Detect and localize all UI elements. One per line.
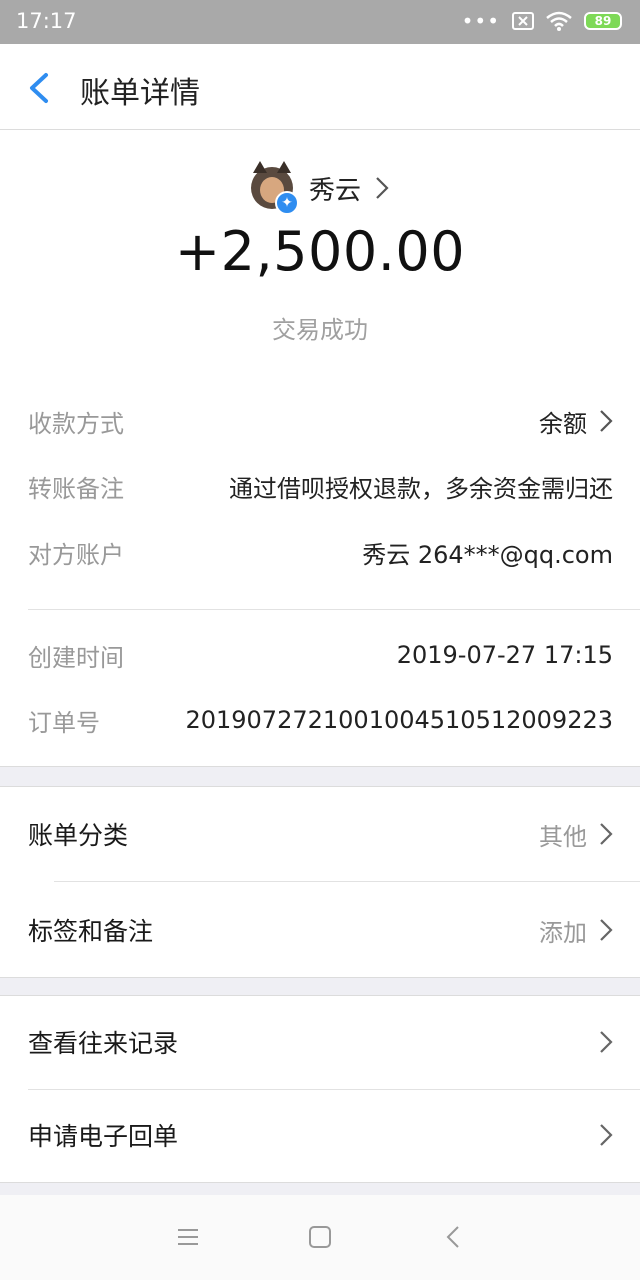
- created-time-value: 2019-07-27 17:15: [396, 641, 613, 669]
- system-navigation-bar: [0, 1195, 640, 1280]
- avatar: ✦: [250, 161, 299, 215]
- back-arrow-icon[interactable]: [24, 71, 54, 105]
- classification-panel: 账单分类 其他 标签和备注 添加: [0, 786, 640, 978]
- tags-notes-value: 添加: [539, 913, 613, 948]
- status-bar: 17:17 ••• 89: [0, 0, 640, 44]
- status-icons: ••• 89: [462, 11, 622, 31]
- view-history-item[interactable]: 查看往来记录: [28, 1022, 613, 1062]
- payee-name: 秀云: [308, 175, 361, 206]
- detail-row-counterparty-account: 对方账户 秀云 264***@qq.com: [28, 532, 613, 572]
- battery-icon: 89: [584, 12, 622, 30]
- chevron-right-icon: [600, 823, 613, 845]
- payment-method-value: 余额: [539, 409, 587, 438]
- request-receipt-item[interactable]: 申请电子回单: [28, 1115, 613, 1155]
- verified-badge-icon: ✦: [274, 191, 299, 215]
- wifi-icon: [546, 11, 572, 31]
- chevron-right-icon: [600, 1031, 613, 1053]
- home-square-icon[interactable]: [306, 1223, 334, 1251]
- tags-notes-item[interactable]: 标签和备注 添加: [28, 910, 613, 950]
- bill-category-item[interactable]: 账单分类 其他: [28, 814, 613, 854]
- chevron-right-icon: [600, 919, 613, 941]
- detail-label: 转账备注: [28, 474, 124, 503]
- detail-row-transfer-note: 转账备注 通过借呗授权退款，多余资金需归还: [28, 466, 613, 506]
- detail-label: 订单号: [28, 708, 100, 737]
- tags-notes-label: 标签和备注: [28, 917, 154, 946]
- category-value-text: 其他: [539, 822, 587, 851]
- navigation-bar: 账单详情: [0, 44, 640, 130]
- detail-label: 收款方式: [28, 409, 124, 438]
- view-history-label: 查看往来记录: [28, 1029, 179, 1058]
- detail-row-created-time: 创建时间 2019-07-27 17:15: [28, 635, 613, 675]
- back-triangle-icon[interactable]: [440, 1223, 468, 1251]
- payee-link[interactable]: ✦ 秀云: [0, 160, 640, 216]
- divider: [28, 609, 640, 610]
- page-title: 账单详情: [80, 76, 200, 111]
- actions-panel: 查看往来记录 申请电子回单: [0, 995, 640, 1183]
- counterparty-account-value: 秀云 264***@qq.com: [362, 540, 613, 569]
- divider: [28, 1089, 640, 1090]
- detail-label: 创建时间: [28, 643, 124, 672]
- chevron-right-icon: [600, 410, 613, 432]
- bill-category-label: 账单分类: [28, 821, 129, 850]
- detail-label: 对方账户: [28, 540, 124, 569]
- request-receipt-label: 申请电子回单: [28, 1122, 179, 1151]
- chevron-right-icon: [376, 177, 389, 199]
- detail-value: 余额: [539, 404, 613, 439]
- detail-row-payment-method[interactable]: 收款方式 余额: [28, 401, 613, 441]
- more-dots-icon: •••: [461, 9, 500, 33]
- sim-icon: [512, 12, 534, 30]
- chevron-right-icon: [600, 1124, 613, 1146]
- menu-icon[interactable]: [174, 1223, 202, 1251]
- divider: [54, 881, 640, 882]
- status-time: 17:17: [16, 9, 77, 33]
- tags-value-text: 添加: [539, 918, 587, 947]
- order-number-value: 20190727210010045105120​09223: [185, 706, 613, 734]
- transaction-status: 交易成功: [272, 316, 368, 344]
- bill-category-value: 其他: [539, 817, 613, 852]
- detail-row-order-number: 订单号 20190727210010045105120​09223: [28, 700, 613, 740]
- transfer-note-value: 通过借呗授权退款，多余资金需归还: [229, 474, 613, 503]
- transaction-amount: +2,500.00: [174, 220, 466, 283]
- bill-detail-panel: ✦ 秀云 +2,500.00 交易成功 收款方式 余额 转账备注 通过借呗授权退…: [0, 130, 640, 767]
